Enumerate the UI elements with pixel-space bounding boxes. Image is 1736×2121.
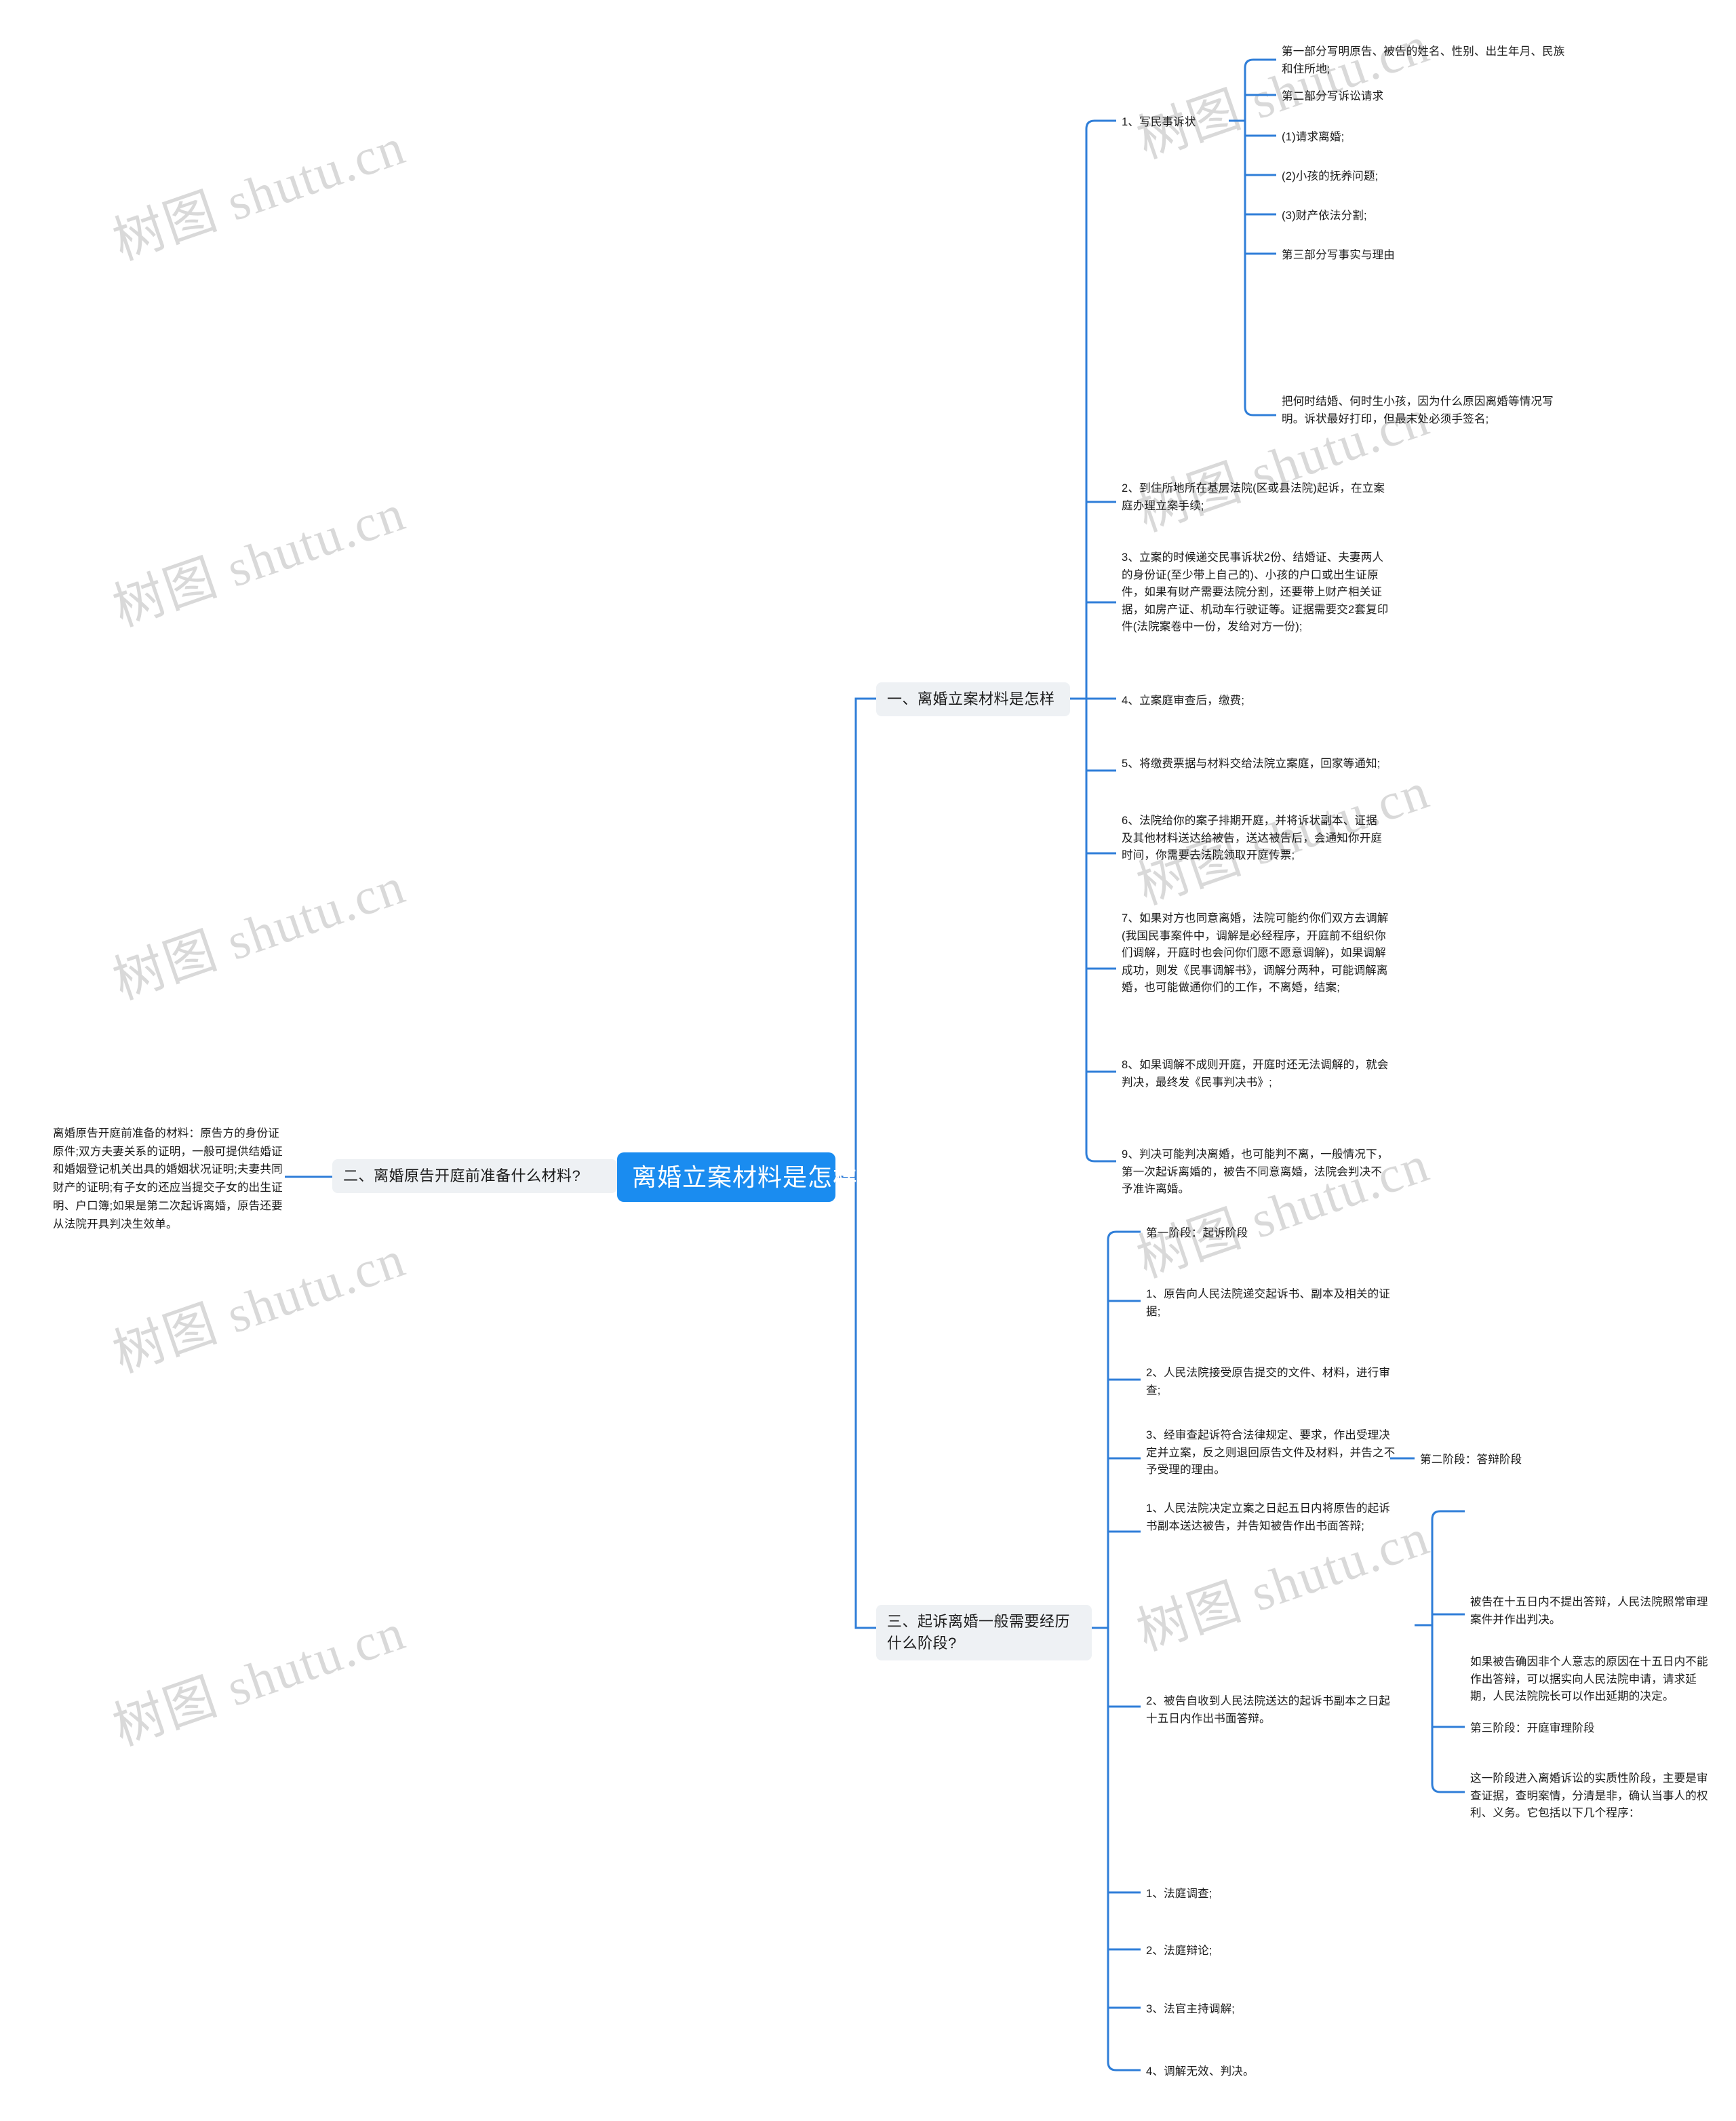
wire-hidden bbox=[1432, 1606, 1440, 1625]
b1-item-1-child-1[interactable]: 第一部分写明原告、被告的姓名、性别、出生年月、民族和住所地; bbox=[1282, 42, 1573, 79]
wire-b3-s1-1 bbox=[1107, 1300, 1141, 1628]
stage-one-item-2[interactable]: 2、人民法院接受原告提交的文件、材料，进行审查; bbox=[1146, 1363, 1397, 1401]
wire-hidden2 bbox=[1421, 1597, 1440, 1625]
wire-s2-note-2 bbox=[1431, 1613, 1465, 1625]
watermark-text: 树图 shutu.cn bbox=[106, 117, 413, 271]
root-node[interactable]: 离婚立案材料是怎样 bbox=[617, 1152, 857, 1202]
b1-item-1-child-4[interactable]: (2)小孩的抚养问题; bbox=[1282, 167, 1573, 187]
wire-b1-item-7 bbox=[1085, 699, 1116, 970]
b1-item-1-child-7[interactable]: 把何时结婚、何时生小孩，因为什么原因离婚等情况写明。诉状最好打印，但最末处必须手… bbox=[1282, 392, 1571, 429]
watermark-text: 树图 shutu.cn bbox=[106, 1603, 413, 1757]
b1-item-5[interactable]: 5、将缴费票据与材料交给法院立案庭，回家等通知; bbox=[1122, 754, 1386, 775]
branch-node-three[interactable]: 三、起诉离婚一般需要经历什么阶段? bbox=[876, 1605, 1092, 1660]
mindmap-canvas: 树图 shutu.cn 树图 shutu.cn 树图 shutu.cn 树图 s… bbox=[0, 0, 1736, 2121]
watermark-text: 树图 shutu.cn bbox=[106, 1230, 413, 1384]
b1-item-1-child-2[interactable]: 第二部分写诉讼请求 bbox=[1282, 87, 1573, 107]
b1-item-3[interactable]: 3、立案的时候递交民事诉状2份、结婚证、夫妻两人的身份证(至少带上自己的)、小孩… bbox=[1122, 548, 1390, 638]
b1-item-4[interactable]: 4、立案庭审查后，缴费; bbox=[1122, 691, 1339, 712]
wire-root-to-branch-three bbox=[854, 1177, 876, 1629]
wire-b1c-7 bbox=[1244, 121, 1276, 416]
wire-b1-item-2 bbox=[1085, 501, 1116, 699]
wire-b1-item-8 bbox=[1085, 699, 1116, 1073]
wire-b1c-3 bbox=[1244, 121, 1276, 137]
stage-two-title[interactable]: 第二阶段：答辩阶段 bbox=[1420, 1450, 1623, 1471]
stage-three-summary[interactable]: 这一阶段进入离婚诉讼的实质性阶段，主要是审查证据，查明案情，分清是非，确认当事人… bbox=[1470, 1769, 1718, 1824]
wire-hidden3 bbox=[1417, 1599, 1442, 1625]
stage-three-title[interactable]: 第三阶段：开庭审理阶段 bbox=[1470, 1719, 1694, 1739]
stage-three-item-2[interactable]: 2、法庭辩论; bbox=[1146, 1941, 1349, 1962]
wire-b1c-1 bbox=[1244, 58, 1276, 121]
wire-root-to-branch-one bbox=[854, 697, 876, 1177]
wire-b3-s3-1 bbox=[1107, 1628, 1141, 1894]
stage-two-item-1[interactable]: 1、人民法院决定立案之日起五日内将原告的起诉书副本送达被告，并告知被告作出书面答… bbox=[1146, 1499, 1397, 1536]
wire-b1-item-6 bbox=[1085, 699, 1116, 855]
wire-b1c-2 bbox=[1244, 94, 1276, 121]
stage-one-title[interactable]: 第一阶段：起诉阶段 bbox=[1146, 1224, 1356, 1244]
wire-b3-s3-2 bbox=[1107, 1628, 1141, 1951]
stage-three-item-1[interactable]: 1、法庭调查; bbox=[1146, 1884, 1349, 1905]
wire-b3-s3-4 bbox=[1107, 1628, 1141, 2071]
b1-item-9[interactable]: 9、判决可能判决离婚，也可能判不离，一般情况下，第一次起诉离婚的，被告不同意离婚… bbox=[1122, 1145, 1390, 1200]
stage-two-note-2[interactable]: 如果被告确因非个人意志的原因在十五日内不能作出答辩，可以据实向人民法院申请，请求… bbox=[1470, 1652, 1718, 1707]
wire-b3-s1-2 bbox=[1107, 1378, 1141, 1628]
wire-dummy bbox=[1421, 1598, 1440, 1625]
b1-item-7[interactable]: 7、如果对方也同意离婚，法院可能约你们双方去调解(我国民事案件中，调解是必经程序… bbox=[1122, 909, 1390, 998]
wire-s3-stage bbox=[1431, 1625, 1465, 1728]
wire-b1c-4 bbox=[1244, 121, 1276, 176]
wire-b3-stage1 bbox=[1107, 1230, 1141, 1628]
wire-b3-s1-3 bbox=[1107, 1457, 1141, 1628]
wire-b3-s3-3 bbox=[1107, 1628, 1141, 2009]
wire-b1-item-5 bbox=[1085, 699, 1116, 772]
wire-s3-summary bbox=[1431, 1625, 1465, 1793]
wire-b3-s2-2 bbox=[1107, 1628, 1141, 1708]
wire-b1-item-1 bbox=[1085, 119, 1116, 699]
branch-two-detail-text: 离婚原告开庭前准备的材料：原告方的身份证原件;双方夫妻关系的证明，一般可提供结婚… bbox=[53, 1127, 283, 1230]
b1-item-1-child-3[interactable]: (1)请求离婚; bbox=[1282, 128, 1573, 148]
wire-b1-item-9 bbox=[1085, 699, 1116, 1163]
b1-item-1-child-5[interactable]: (3)财产依法分割; bbox=[1282, 206, 1573, 227]
stage-three-item-3[interactable]: 3、法官主持调解; bbox=[1146, 2000, 1349, 2020]
b1-item-6[interactable]: 6、法院给你的案子排期开庭，并将诉状副本、证据及其他材料送达给被告，送达被告后，… bbox=[1122, 811, 1386, 866]
branch-node-two[interactable]: 二、离婚原告开庭前准备什么材料? bbox=[332, 1159, 617, 1193]
b1-item-8[interactable]: 8、如果调解不成则开庭，开庭时还无法调解的，就会判决，最终发《民事判决书》; bbox=[1122, 1055, 1390, 1093]
b1-item-2[interactable]: 2、到住所地所在基层法院(区或县法院)起诉，在立案庭办理立案手续; bbox=[1122, 479, 1393, 516]
wire-s2-note-1 bbox=[1431, 1510, 1465, 1625]
wire-b3-s2-1 bbox=[1107, 1530, 1141, 1628]
stage-three-item-4[interactable]: 4、调解无效、判决。 bbox=[1146, 2062, 1349, 2082]
stage-two-note-1[interactable]: 被告在十五日内不提出答辩，人民法院照常审理案件并作出判决。 bbox=[1470, 1593, 1718, 1630]
watermark-text: 树图 shutu.cn bbox=[106, 484, 413, 638]
b1-item-1-child-6[interactable]: 第三部分写事实与理由 bbox=[1282, 246, 1573, 266]
stage-one-item-1[interactable]: 1、原告向人民法院递交起诉书、副本及相关的证据; bbox=[1146, 1285, 1397, 1322]
stage-one-item-3[interactable]: 3、经审查起诉符合法律规定、要求，作出受理决定并立案，反之则退回原告文件及材料，… bbox=[1146, 1426, 1397, 1481]
branch-node-one[interactable]: 一、离婚立案材料是怎样 bbox=[876, 682, 1070, 716]
wire-b1c-5 bbox=[1244, 121, 1276, 216]
stage-two-item-2[interactable]: 2、被告自收到人民法院送达的起诉书副本之日起十五日内作出书面答辩。 bbox=[1146, 1692, 1397, 1729]
wire-b1-item-3 bbox=[1085, 601, 1116, 699]
b1-item-1[interactable]: 1、写民事诉状 bbox=[1122, 113, 1230, 133]
watermark-text: 树图 shutu.cn bbox=[106, 857, 413, 1011]
wire-b1c-6 bbox=[1244, 121, 1276, 255]
